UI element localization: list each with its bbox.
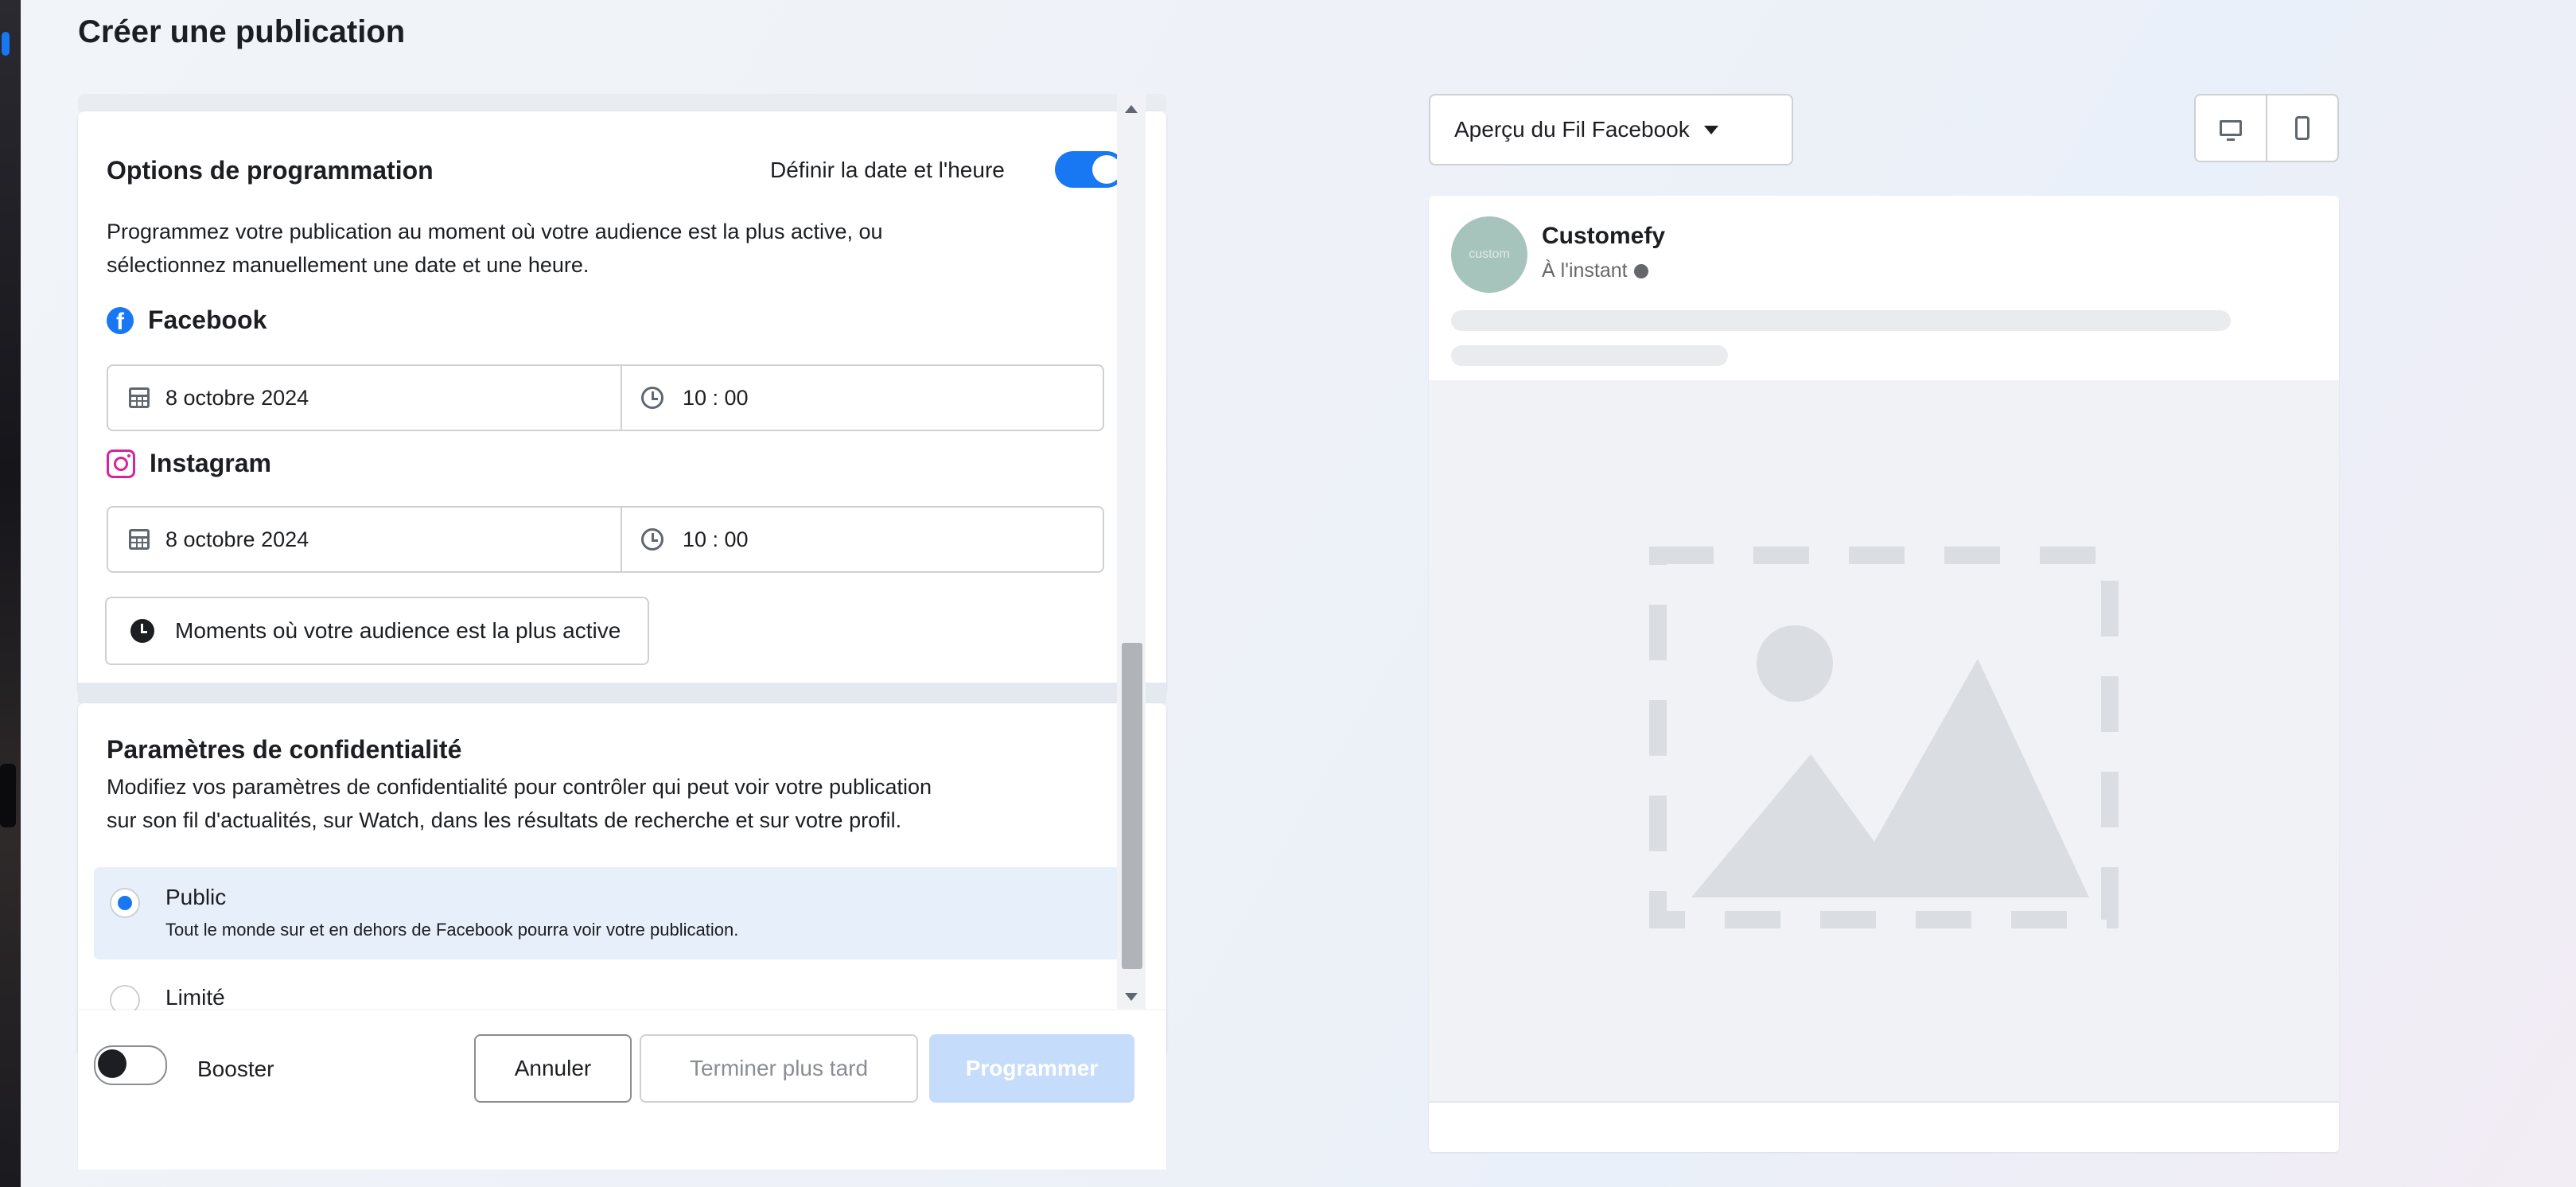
privacy-option-public[interactable]: Public Tout le monde sur et en dehors de… (94, 867, 1120, 959)
instagram-date-field[interactable]: 8 octobre 2024 (108, 508, 622, 571)
boost-label: Booster (197, 1057, 274, 1081)
scrollbar-thumb[interactable] (1122, 643, 1142, 969)
scheduling-description: Programmez votre publication au moment o… (107, 220, 883, 277)
audience-active-times-button[interactable]: Moments où votre audience est la plus ac… (105, 597, 650, 665)
caret-down-icon (1703, 125, 1718, 134)
page-name: Customefy (1542, 223, 1666, 249)
boost-toggle[interactable] (94, 1045, 167, 1085)
text-placeholder-line (1451, 310, 2231, 331)
post-timestamp: À l'instant (1542, 259, 1648, 282)
privacy-description: Modifiez vos paramètres de confidentiali… (107, 775, 932, 832)
public-sublabel: Tout le monde sur et en dehors de Facebo… (165, 920, 739, 940)
finish-later-button[interactable]: Terminer plus tard (640, 1034, 918, 1103)
facebook-date-field[interactable]: 8 octobre 2024 (108, 366, 622, 430)
set-date-time-label: Définir la date et l'heure (770, 158, 1005, 182)
editor-scrollbar[interactable] (1117, 94, 1146, 1009)
clock-icon (641, 387, 663, 409)
post-actions-bar (1429, 1101, 2339, 1152)
public-radio[interactable] (110, 888, 140, 918)
section-divider (78, 683, 1166, 703)
calendar-icon (129, 529, 150, 550)
device-toggle-group (2194, 94, 2339, 162)
facebook-icon: f (107, 306, 134, 334)
desktop-preview-button[interactable] (2196, 95, 2266, 161)
globe-icon (1633, 263, 1648, 278)
editor-footer: Booster Annuler Terminer plus tard Progr… (78, 1010, 1166, 1169)
mobile-icon (2295, 116, 2309, 140)
clock-icon (641, 528, 663, 551)
scheduling-card: Options de programmation Définir la date… (78, 111, 1166, 695)
background-strip (0, 0, 21, 1187)
privacy-title: Paramètres de confidentialité (107, 735, 462, 764)
facebook-schedule-row: 8 octobre 2024 10 : 00 (107, 364, 1104, 431)
instagram-icon (107, 449, 135, 478)
public-label: Public (165, 885, 227, 909)
scroll-up-arrow-icon[interactable] (1125, 105, 1138, 113)
editor-panel: Options de programmation Définir la date… (78, 94, 1192, 1163)
preview-type-dropdown[interactable]: Aperçu du Fil Facebook (1429, 94, 1793, 165)
scheduling-title: Options de programmation (107, 156, 434, 185)
post-preview-card: custom Customefy À l'instant (1429, 196, 2339, 1152)
facebook-heading: f Facebook (107, 306, 267, 335)
instagram-heading: Instagram (107, 449, 271, 478)
cancel-button[interactable]: Annuler (474, 1034, 632, 1103)
scroll-down-arrow-icon[interactable] (1125, 993, 1138, 1001)
media-placeholder (1429, 380, 2339, 1101)
set-date-time-toggle[interactable] (1055, 151, 1125, 188)
limited-label: Limité (165, 985, 225, 1010)
desktop-icon (2220, 120, 2242, 141)
facebook-time-field[interactable]: 10 : 00 (622, 366, 1103, 430)
page-avatar: custom (1451, 216, 1527, 293)
clock-filled-icon (130, 619, 154, 643)
page-title: Créer une publication (78, 14, 406, 49)
instagram-schedule-row: 8 octobre 2024 10 : 00 (107, 506, 1104, 573)
card-top-edge (78, 94, 1166, 111)
calendar-icon (129, 387, 150, 408)
image-placeholder-icon (1649, 547, 2119, 928)
mobile-preview-button[interactable] (2266, 95, 2337, 161)
text-placeholder-line (1451, 345, 1728, 366)
instagram-time-field[interactable]: 10 : 00 (622, 508, 1103, 571)
privacy-card: Paramètres de confidentialité Modifiez v… (78, 703, 1166, 1053)
create-post-page: Créer une publication Options de program… (21, 0, 2576, 1187)
schedule-button[interactable]: Programmer (929, 1034, 1134, 1103)
